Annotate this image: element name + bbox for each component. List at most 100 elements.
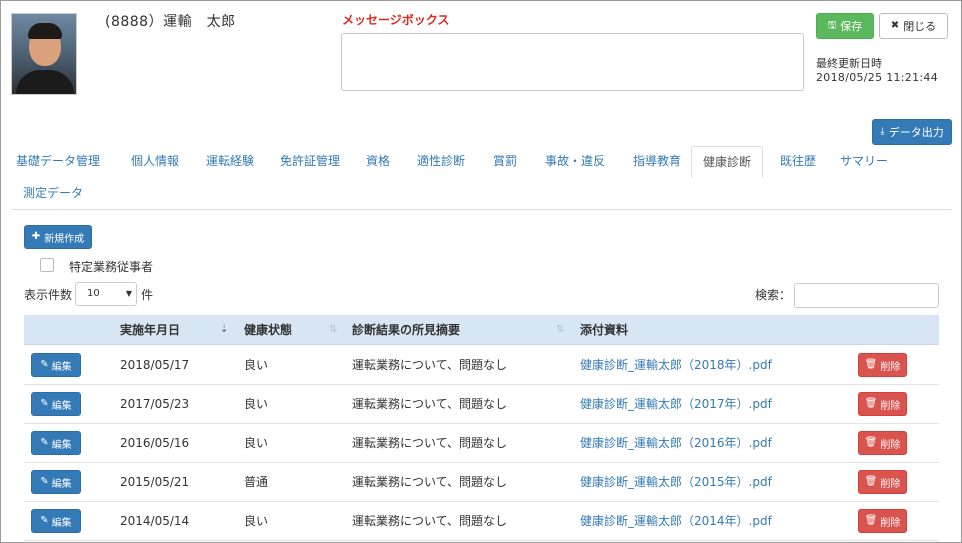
edit-button[interactable]: ✎ 編集 [31,509,81,533]
table-row: ✎ 編集 2018/05/17 良い 運転業務について、問題なし 健康診断_運輸太… [24,346,939,385]
specific-worker-label: 特定業務従事者 [69,260,154,274]
cell-health-status: 良い [244,397,269,411]
delete-label: 削除 [880,361,901,373]
cell-health-status: 良い [244,436,269,450]
close-x-icon: ✖ [890,20,900,31]
table-row: ✎ 編集 2015/05/21 普通 運転業務について、問題なし 健康診断_運輸太… [24,463,939,502]
cell-date: 2017/05/23 [120,397,190,411]
trash-icon: 🗑 [864,476,878,487]
edit-button[interactable]: ✎ 編集 [31,431,81,455]
export-data-button[interactable]: ⤓ データ出力 [872,119,952,145]
edit-label: 編集 [51,517,72,529]
sort-desc-icon[interactable]: ⇣ [220,315,228,345]
delete-button[interactable]: 🗑 削除 [858,470,907,494]
cell-health-status: 普通 [244,475,269,489]
edit-button[interactable]: ✎ 編集 [31,470,81,494]
tab-health-checkup[interactable]: 健康診断 [691,146,763,178]
tab-guidance[interactable]: 指導教育 [625,146,689,178]
delete-button[interactable]: 🗑 削除 [858,392,907,416]
edit-icon: ✎ [40,476,49,487]
tab-aptitude[interactable]: 適性診断 [409,146,473,178]
new-record-label: 新規作成 [44,233,85,245]
cell-findings: 運転業務について、問題なし [352,358,508,372]
tab-license[interactable]: 免許証管理 [273,146,347,178]
edit-button[interactable]: ✎ 編集 [31,353,81,377]
edit-label: 編集 [51,478,72,490]
tab-basic-data[interactable]: 基礎データ管理 [15,146,101,178]
tab-qualifications[interactable]: 資格 [359,146,397,178]
tab-bar: 基礎データ管理 個人情報 運転経験 免許証管理 資格 適性診断 賞罰 事故・違反… [11,146,951,210]
tab-summary[interactable]: サマリー [833,146,895,178]
table-row: ✎ 編集 2014/05/14 良い 運転業務について、問題なし 健康診断_運輸太… [24,502,939,541]
search-input[interactable] [794,283,939,308]
save-button[interactable]: 🖫 保存 [816,13,874,39]
tab-accidents[interactable]: 事故・違反 [537,146,613,178]
cell-date: 2016/05/16 [120,436,190,450]
sort-icon[interactable]: ⇅ [556,315,564,345]
edit-button[interactable]: ✎ 編集 [31,392,81,416]
attachment-link[interactable]: 健康診断_運輸太郎（2018年）.pdf [580,346,772,384]
delete-button[interactable]: 🗑 削除 [858,353,907,377]
trash-icon: 🗑 [864,437,878,448]
cell-date: 2018/05/17 [120,358,190,372]
edit-icon: ✎ [40,359,49,370]
last-updated-value: 2018/05/25 11:21:44 [816,71,939,84]
specific-worker-checkbox[interactable] [40,258,54,272]
tab-driving-experience[interactable]: 運転経験 [199,146,261,178]
tab-medical-history[interactable]: 既往歴 [773,146,823,178]
cell-health-status: 良い [244,358,269,372]
new-record-button[interactable]: ✚ 新規作成 [24,225,92,249]
last-updated-label: 最終更新日時 [816,57,882,70]
floppy-disk-icon: 🖫 [827,20,837,31]
save-button-label: 保存 [840,20,863,33]
table-row: ✎ 編集 2016/05/16 良い 運転業務について、問題なし 健康診断_運輸太… [24,424,939,463]
cell-findings: 運転業務について、問題なし [352,475,508,489]
attachment-link[interactable]: 健康診断_運輸太郎（2016年）.pdf [580,424,772,462]
tab-rewards-penalties[interactable]: 賞罰 [485,146,525,178]
table-header: 実施年月日 ⇣ 健康状態 ⇅ 診断結果の所見摘要 ⇅ 添付資料 [24,315,939,345]
sort-icon[interactable]: ⇅ [329,315,337,345]
delete-label: 削除 [880,439,901,451]
column-attachments: 添付資料 [580,323,629,337]
search-label: 検索： [755,288,792,302]
app-window: (8888）運輸 太郎 メッセージボックス 🖫 保存 ✖ 閉じる 最終更新日時 … [0,0,962,543]
edit-label: 編集 [51,361,72,373]
edit-icon: ✎ [40,398,49,409]
close-button[interactable]: ✖ 閉じる [879,13,948,39]
edit-label: 編集 [51,400,72,412]
page-length-unit: 件 [141,288,154,302]
attachment-link[interactable]: 健康診断_運輸太郎（2015年）.pdf [580,463,772,501]
attachment-link[interactable]: 健康診断_運輸太郎（2017年）.pdf [580,385,772,423]
chevron-down-icon: ▼ [125,289,132,298]
attachment-link[interactable]: 健康診断_運輸太郎（2014年）.pdf [580,502,772,540]
download-icon: ⤓ [880,126,885,137]
cell-date: 2015/05/21 [120,475,190,489]
edit-icon: ✎ [40,437,49,448]
page-length-value: 10 [87,288,100,299]
close-button-label: 閉じる [903,20,937,33]
column-health-status[interactable]: 健康状態 [244,315,292,345]
message-box-label: メッセージボックス [342,13,450,27]
edit-icon: ✎ [40,515,49,526]
column-date[interactable]: 実施年月日 [120,315,180,345]
tab-measurement-data[interactable]: 測定データ [15,178,91,210]
cell-date: 2014/05/14 [120,514,190,528]
trash-icon: 🗑 [864,398,878,409]
delete-button[interactable]: 🗑 削除 [858,431,907,455]
message-box[interactable] [341,33,804,91]
column-findings[interactable]: 診断結果の所見摘要 [352,315,460,345]
cell-findings: 運転業務について、問題なし [352,514,508,528]
plus-icon: ✚ [31,231,41,242]
cell-findings: 運転業務について、問題なし [352,436,508,450]
cell-findings: 運転業務について、問題なし [352,397,508,411]
delete-label: 削除 [880,517,901,529]
delete-label: 削除 [880,478,901,490]
page-length-select[interactable]: 10 ▼ [75,282,137,306]
trash-icon: 🗑 [864,359,878,370]
delete-button[interactable]: 🗑 削除 [858,509,907,533]
trash-icon: 🗑 [864,515,878,526]
tab-personal-info[interactable]: 個人情報 [123,146,187,178]
edit-label: 編集 [51,439,72,451]
user-name: (8888）運輸 太郎 [105,14,236,30]
table-row: ✎ 編集 2017/05/23 良い 運転業務について、問題なし 健康診断_運輸太… [24,385,939,424]
